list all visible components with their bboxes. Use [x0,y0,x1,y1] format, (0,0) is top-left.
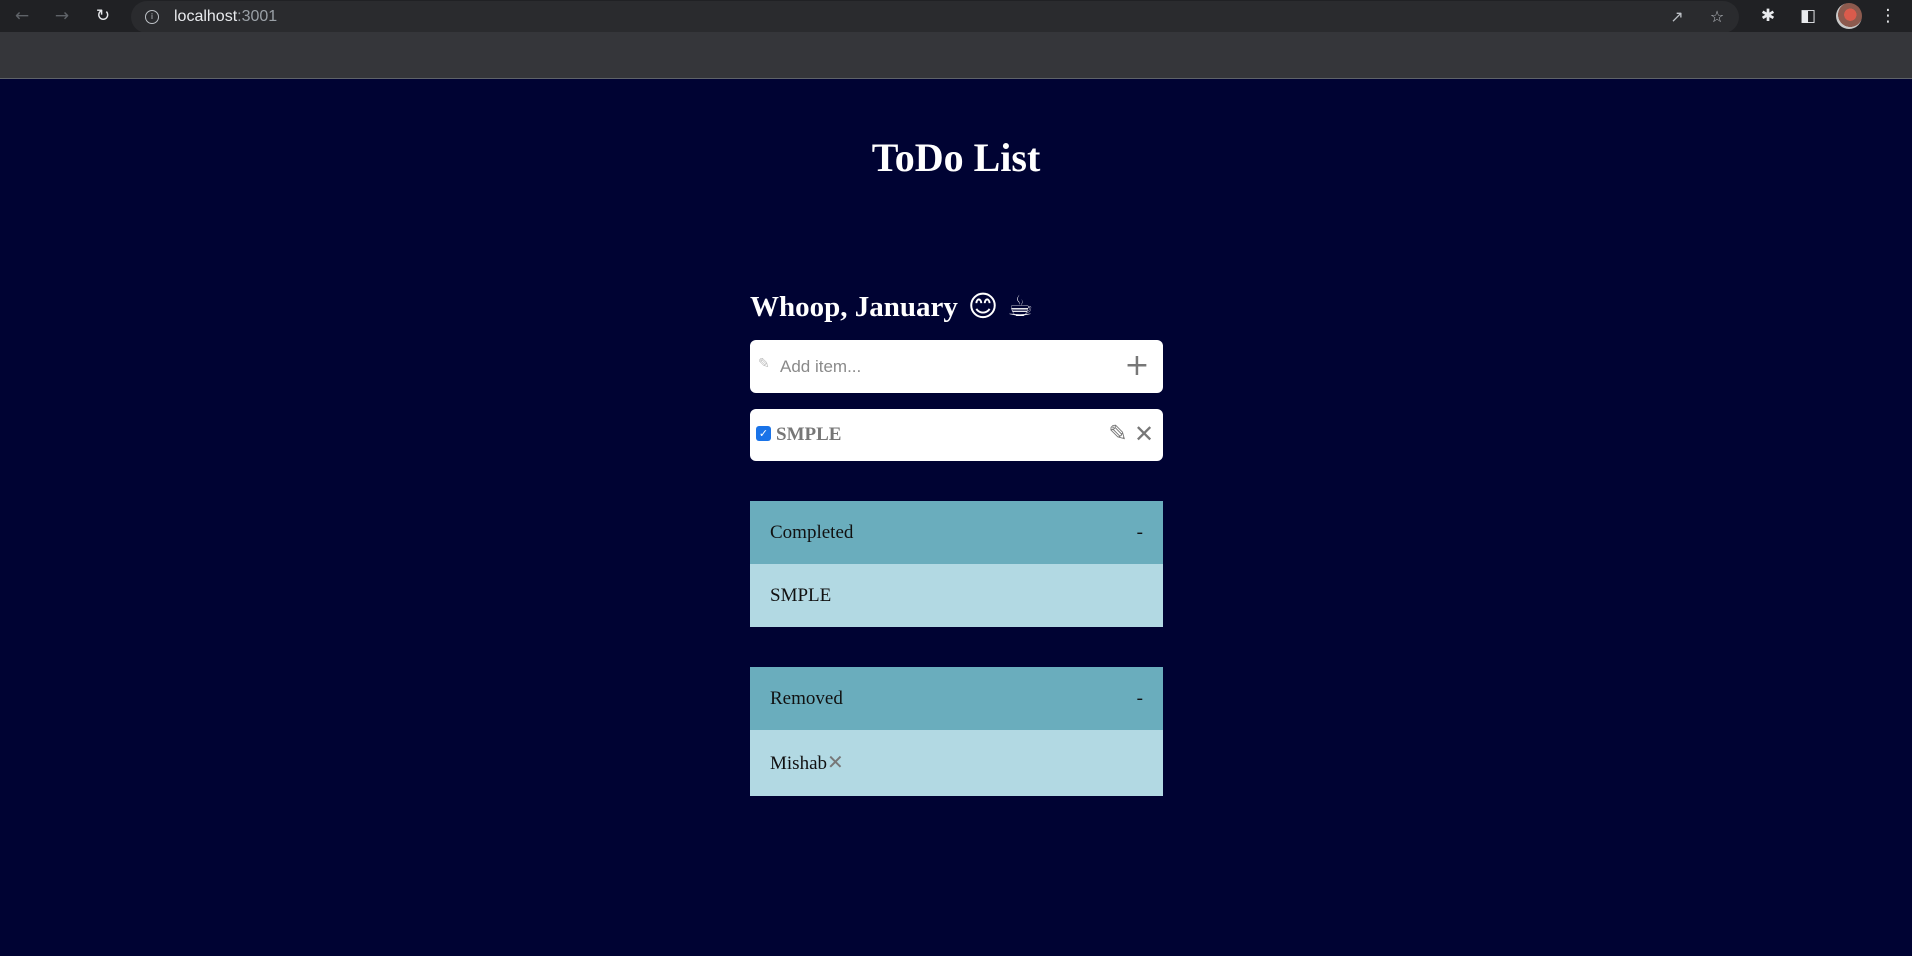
browser-toolbar: ← → ↻ i localhost:3001 ↗ ☆ ✱ ◧ ⋮ [0,0,1912,33]
greeting-text: Whoop, January [750,291,958,323]
address-url[interactable]: localhost:3001 [174,7,277,27]
bookmarks-bar [0,32,1912,79]
removed-section: Removed - Mishab✕ [750,667,1163,796]
add-item-button[interactable]: + [1123,351,1151,381]
forward-arrow-icon[interactable]: → [50,4,74,28]
completed-item-label: SMPLE [770,585,832,606]
completed-section: Completed - SMPLE [750,501,1163,627]
add-item-input[interactable] [778,352,1112,382]
removed-item-label: Mishab [770,753,827,774]
page-title: ToDo List [871,135,1041,180]
share-icon[interactable]: ↗ [1666,6,1688,28]
url-host: localhost [174,8,238,25]
removed-item-row: Mishab✕ [770,752,844,776]
removed-collapse-toggle[interactable]: - [1137,687,1143,711]
removed-title: Removed [770,688,843,709]
address-bar[interactable]: i localhost:3001 ↗ ☆ [131,1,1739,33]
close-icon[interactable]: ✕ [827,752,844,772]
completed-title: Completed [770,522,854,543]
removed-header[interactable]: Removed - [750,667,1163,730]
todo-item: ✓ SMPLE ✎ ✕ [750,409,1163,461]
menu-icon[interactable]: ⋮ [1876,4,1900,28]
item-label: SMPLE [776,424,842,445]
pencil-icon: ✎ [758,356,770,372]
star-icon[interactable]: ☆ [1706,6,1728,28]
removed-item: Mishab✕ [750,730,1163,796]
extensions-icon[interactable]: ✱ [1756,4,1780,28]
greeting-emoji: 😊 ☕ [967,289,1034,323]
side-panel-icon[interactable]: ◧ [1796,4,1820,28]
completed-header[interactable]: Completed - [750,501,1163,564]
greeting-heading: Whoop, January 😊 ☕ [750,286,1033,327]
completed-item: SMPLE [750,564,1163,627]
edit-icon[interactable]: ✎ [1105,421,1131,447]
completed-collapse-toggle[interactable]: - [1137,521,1143,545]
back-arrow-icon[interactable]: ← [10,4,34,28]
delete-icon[interactable]: ✕ [1133,421,1155,447]
profile-avatar[interactable] [1836,3,1862,29]
item-checkbox[interactable]: ✓ [756,426,771,441]
add-item-bar: ✎ + [750,340,1163,393]
reload-icon[interactable]: ↻ [91,4,115,28]
url-port: :3001 [237,8,278,25]
info-icon[interactable]: i [145,10,159,24]
